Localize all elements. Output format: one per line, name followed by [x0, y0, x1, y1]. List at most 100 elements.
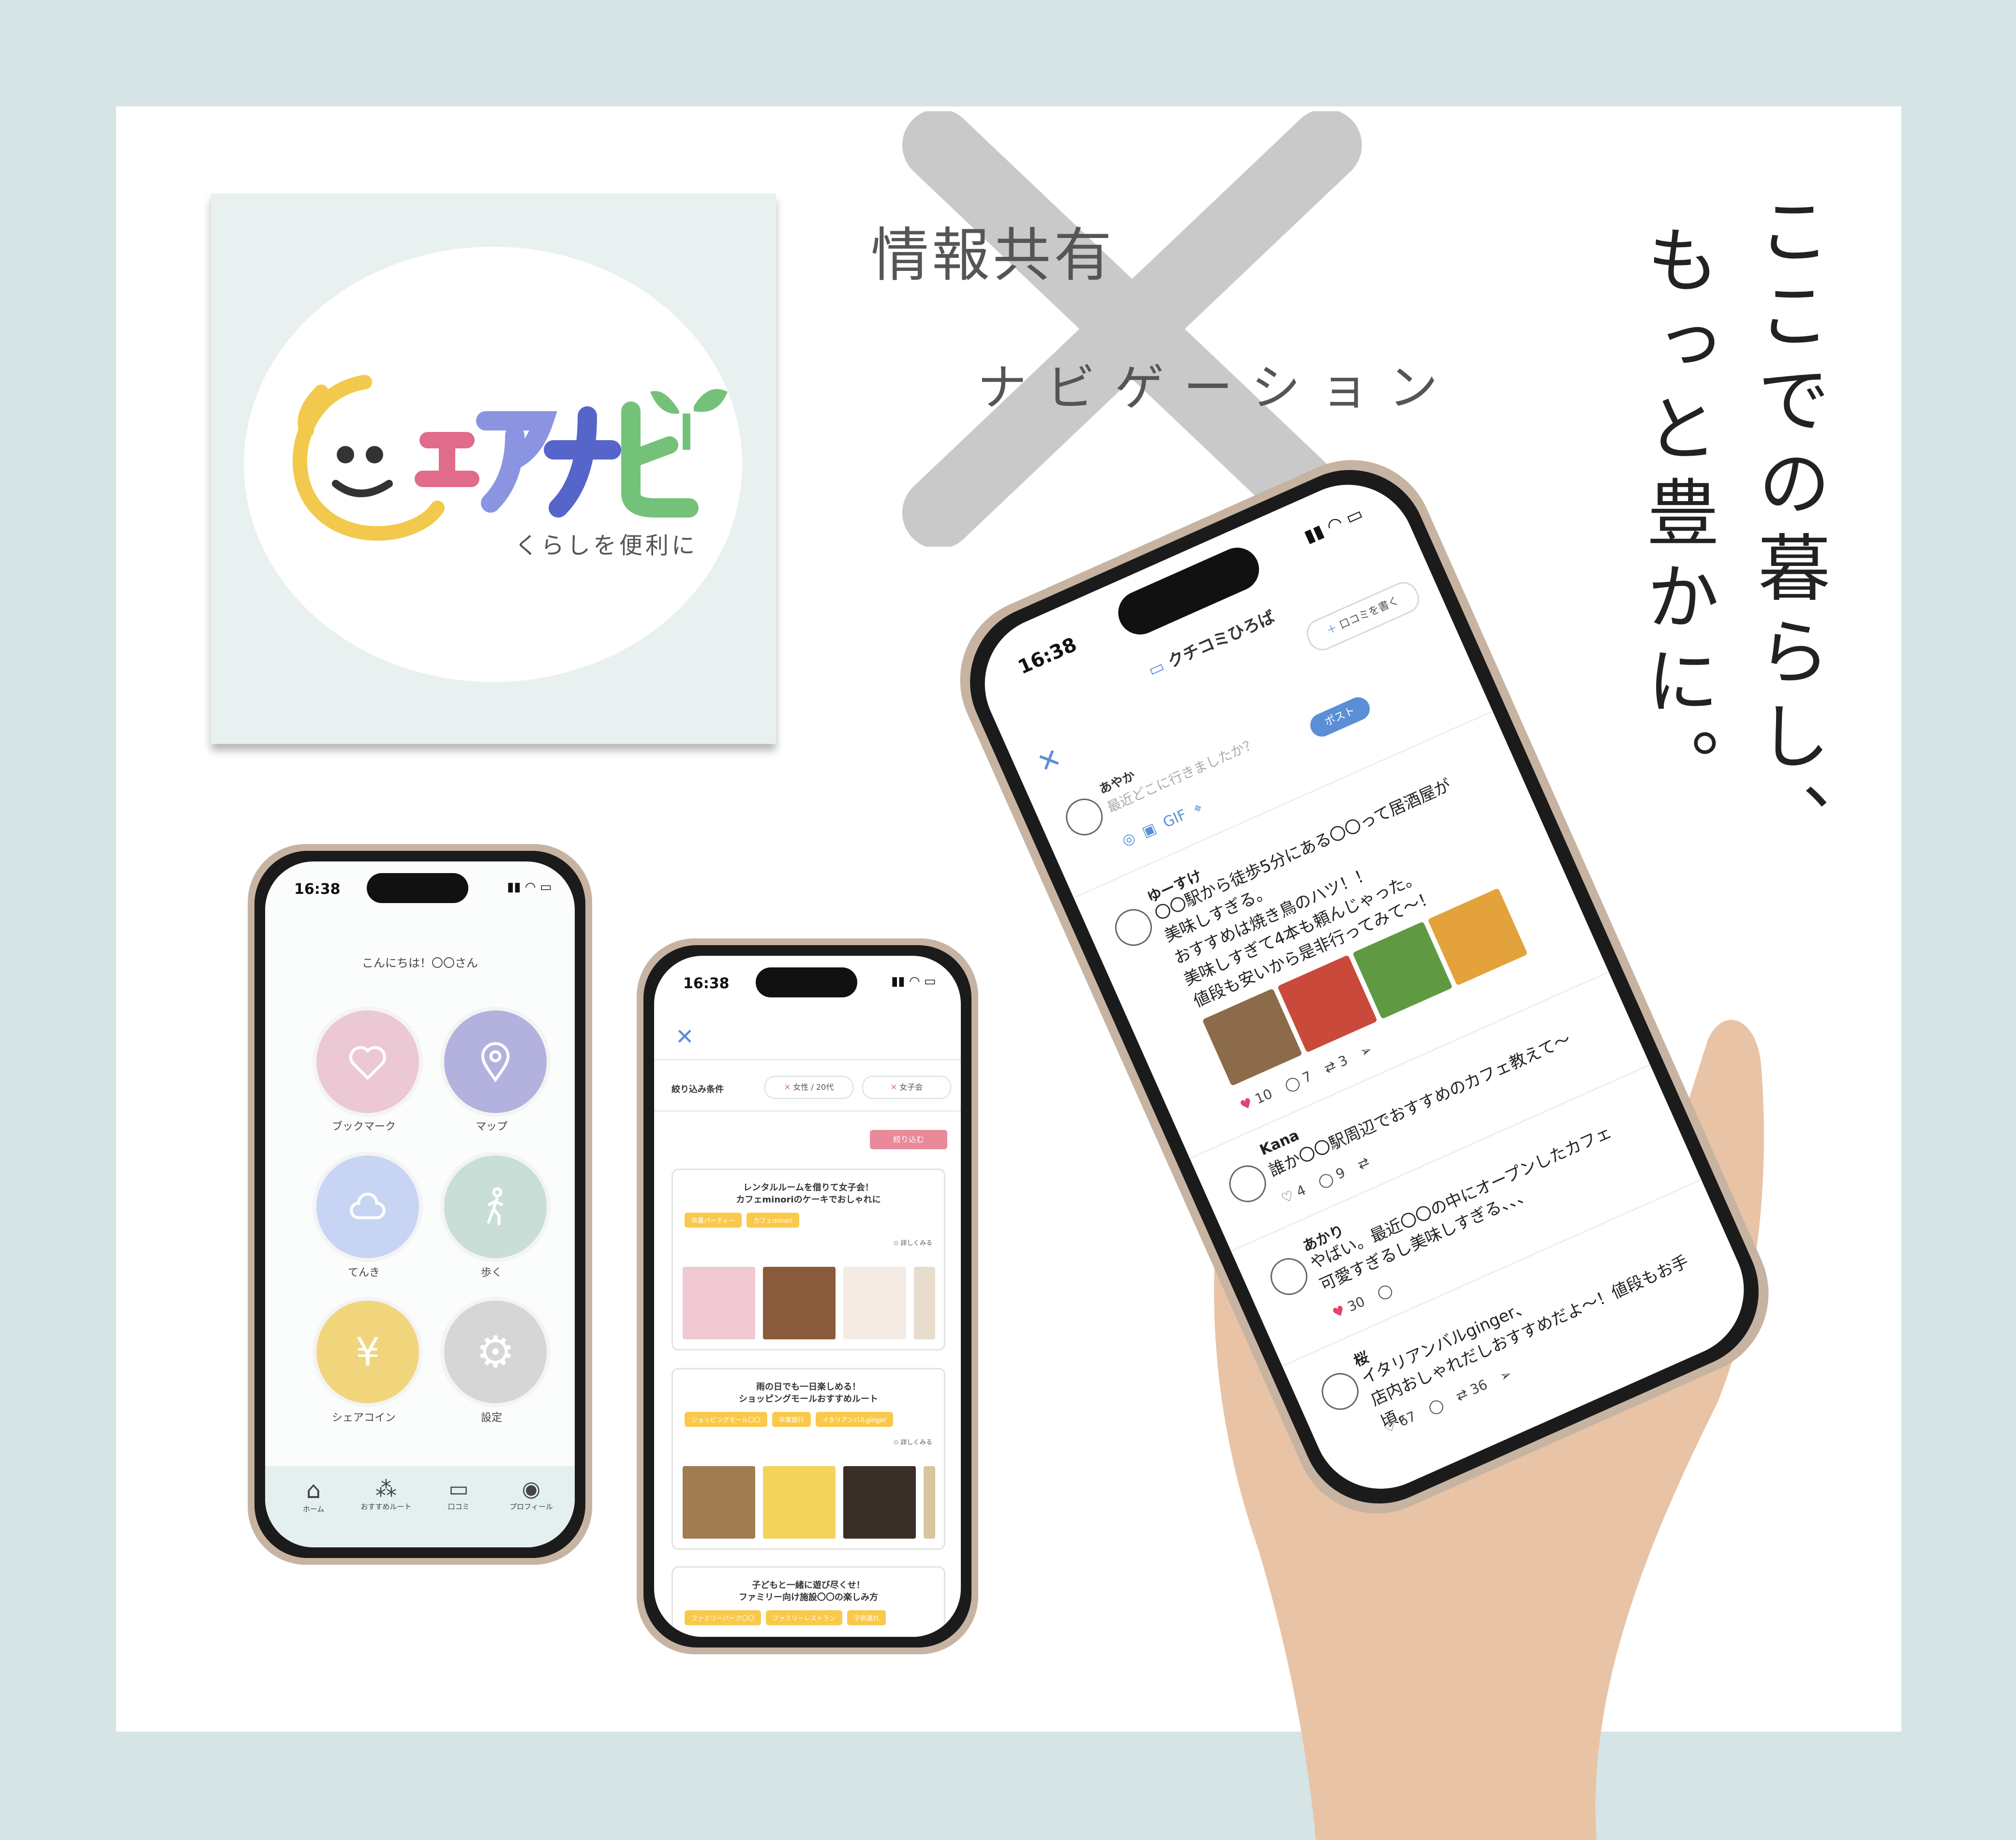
like-button[interactable]: ♥ 30	[1330, 1293, 1367, 1321]
status-time: 16:38	[294, 881, 341, 898]
filter-chip-gender-age[interactable]: ✕ 女性 / 20代	[764, 1076, 853, 1099]
settings-label: 設定	[480, 1412, 502, 1424]
status-icons: ▮▮ ◠ ▭	[1301, 504, 1366, 547]
logo-circle: くらしを便利に	[244, 247, 742, 682]
photo-latte	[843, 1466, 916, 1539]
share-coin-button[interactable]: ¥	[313, 1297, 423, 1407]
arrow-icon: ⊙	[893, 1240, 901, 1247]
logo-tagline: くらしを便利に	[515, 532, 698, 559]
comment-icon: ◯	[1374, 1281, 1395, 1302]
repost-icon: ⇄	[1355, 1153, 1372, 1173]
like-button[interactable]: ♡ 4	[1279, 1182, 1308, 1206]
status-icons: ▮▮ ◠ ▭	[891, 974, 936, 989]
photo-cake	[763, 1267, 836, 1339]
settings-button[interactable]: ⚙	[440, 1297, 551, 1407]
walk-button[interactable]	[440, 1152, 551, 1262]
avatar	[1109, 903, 1158, 952]
comment-button[interactable]: ◯ 9	[1315, 1164, 1347, 1190]
cloud-icon	[350, 1192, 386, 1219]
bottom-nav: ⌂ ホーム ⁂ おすすめルート ▭ 口コミ ◉ プロフィール	[265, 1466, 575, 1547]
heart-icon: ♥	[1237, 1094, 1255, 1114]
close-icon[interactable]: ✕	[675, 1024, 694, 1050]
comment-icon: ◯	[1315, 1170, 1336, 1190]
nav-profile[interactable]: ◉ プロフィール	[497, 1477, 565, 1512]
map-label: マップ	[475, 1121, 508, 1133]
phone-routes: 16:38 ▮▮ ◠ ▭ ✕ 絞り込み条件 ✕ 女性 / 20代 ✕ 女子会 絞…	[637, 938, 978, 1654]
route-title: レンタルルームを借りて女子会！ カフェminoriのケーキでおしゃれに	[736, 1183, 881, 1205]
close-icon[interactable]: ✕	[1033, 742, 1066, 780]
photo-pink-party	[683, 1267, 755, 1339]
nav-routes[interactable]: ⁂ おすすめルート	[352, 1477, 420, 1512]
map-button[interactable]	[440, 1007, 551, 1117]
location-icon[interactable]: ⌖	[1191, 799, 1205, 818]
repost-icon: ⇄	[1321, 1057, 1339, 1077]
share-button[interactable]: ⇄	[1355, 1154, 1372, 1173]
home-icon: ⌂	[306, 1477, 321, 1504]
share-navi-logo	[292, 375, 728, 541]
comment-button[interactable]: ◯	[1374, 1281, 1395, 1302]
more-link[interactable]: ⊙ 詳しくみる	[893, 1238, 932, 1247]
profile-icon: ◉	[522, 1477, 541, 1501]
camera-icon[interactable]: ◎	[1120, 829, 1138, 850]
send-icon[interactable]: ➢	[1358, 1041, 1374, 1061]
comment-button[interactable]: ◯ 7	[1282, 1068, 1314, 1094]
photo-food	[924, 1466, 935, 1539]
gif-button[interactable]: GIF	[1161, 806, 1189, 831]
send-icon[interactable]: ➢	[1497, 1365, 1514, 1385]
remove-icon: ✕	[890, 1083, 900, 1092]
status-icons: ▮▮ ◠ ▭	[507, 880, 552, 894]
footprints-icon: ⁂	[375, 1477, 397, 1501]
avatar	[1223, 1159, 1272, 1208]
filter-chip-girls-party[interactable]: ✕ 女子会	[862, 1076, 951, 1099]
route-title: 雨の日でも一日楽しめる！ ショッピングモールおすすめルート	[739, 1382, 878, 1405]
status-time: 16:38	[683, 975, 730, 992]
route-card[interactable]: 雨の日でも一日楽しめる！ ショッピングモールおすすめルート ショッピングモール〇…	[672, 1368, 945, 1550]
repost-icon: ⇄	[1453, 1385, 1470, 1405]
logo-tile: くらしを便利に	[211, 193, 776, 744]
photo-interior	[914, 1267, 935, 1339]
more-link[interactable]: ⊙ 詳しくみる	[893, 1437, 932, 1446]
weather-label: てんき	[347, 1267, 380, 1279]
remove-icon: ✕	[784, 1083, 793, 1092]
filter-apply-button[interactable]: 絞り込む	[870, 1130, 947, 1149]
comment-icon: ◯	[1282, 1073, 1303, 1094]
photo-mall	[683, 1466, 755, 1539]
avatar	[1315, 1367, 1365, 1416]
photo-dessert	[843, 1267, 906, 1339]
avatar	[1265, 1252, 1314, 1301]
route-card[interactable]: レンタルルームを借りて女子会！ カフェminoriのケーキでおしゃれに 卒業パー…	[672, 1169, 945, 1350]
heart-icon	[349, 1046, 386, 1080]
route-tags: 卒業パーティー カフェminori	[673, 1206, 944, 1234]
walk-icon	[487, 1187, 504, 1225]
avatar	[1060, 792, 1109, 842]
route-card[interactable]: 子どもと一緒に遊び尽くせ！ ファミリー向け施設〇〇の楽しみ方 ファミリーパーク〇…	[672, 1566, 945, 1637]
routes-screen: 16:38 ▮▮ ◠ ▭ ✕ 絞り込み条件 ✕ 女性 / 20代 ✕ 女子会 絞…	[654, 956, 961, 1637]
headline-info-sharing: 情報共有	[871, 222, 1115, 289]
map-pin-icon	[481, 1042, 510, 1083]
route-title: 子どもと一緒に遊び尽くせ！ ファミリー向け施設〇〇の楽しみ方	[739, 1580, 878, 1603]
walk-label: 歩く	[480, 1267, 502, 1279]
home-screen: 16:38 ▮▮ ◠ ▭ こんにちは！〇〇さん ブックマーク マップ てんき 歩…	[265, 861, 575, 1547]
heart-icon: ♡	[1279, 1187, 1297, 1207]
headline-navigation: ナビゲーション	[977, 359, 1457, 417]
gear-icon: ⚙	[476, 1326, 515, 1378]
like-button[interactable]: ♥ 10	[1238, 1085, 1275, 1113]
status-time: 16:38	[1015, 633, 1080, 679]
route-tags: ショッピングモール〇〇 卒業旅行 イタリアンバルginger	[673, 1405, 944, 1434]
nav-reviews[interactable]: ▭ 口コミ	[425, 1477, 493, 1512]
yen-icon: ¥	[355, 1329, 380, 1375]
weather-button[interactable]	[313, 1152, 423, 1262]
composer-input[interactable]: 最近どこに行きましたか？	[1104, 689, 1359, 816]
chat-icon: ▭	[448, 1477, 469, 1501]
bookmark-button[interactable]	[313, 1007, 423, 1117]
filter-label: 絞り込み条件	[672, 1084, 724, 1095]
arrow-icon: ⊙	[893, 1439, 901, 1446]
heart-icon: ♥	[1330, 1302, 1348, 1322]
share-button[interactable]: ⇄ 3	[1321, 1052, 1350, 1077]
vertical-copy-2: もっと豊かに。	[1634, 223, 1718, 812]
bookmark-label: ブックマーク	[331, 1121, 396, 1133]
image-icon[interactable]: ▣	[1139, 820, 1159, 841]
nav-home[interactable]: ⌂ ホーム	[280, 1477, 347, 1514]
greeting: こんにちは！〇〇さん	[362, 956, 478, 970]
photo-omelette	[763, 1466, 836, 1539]
